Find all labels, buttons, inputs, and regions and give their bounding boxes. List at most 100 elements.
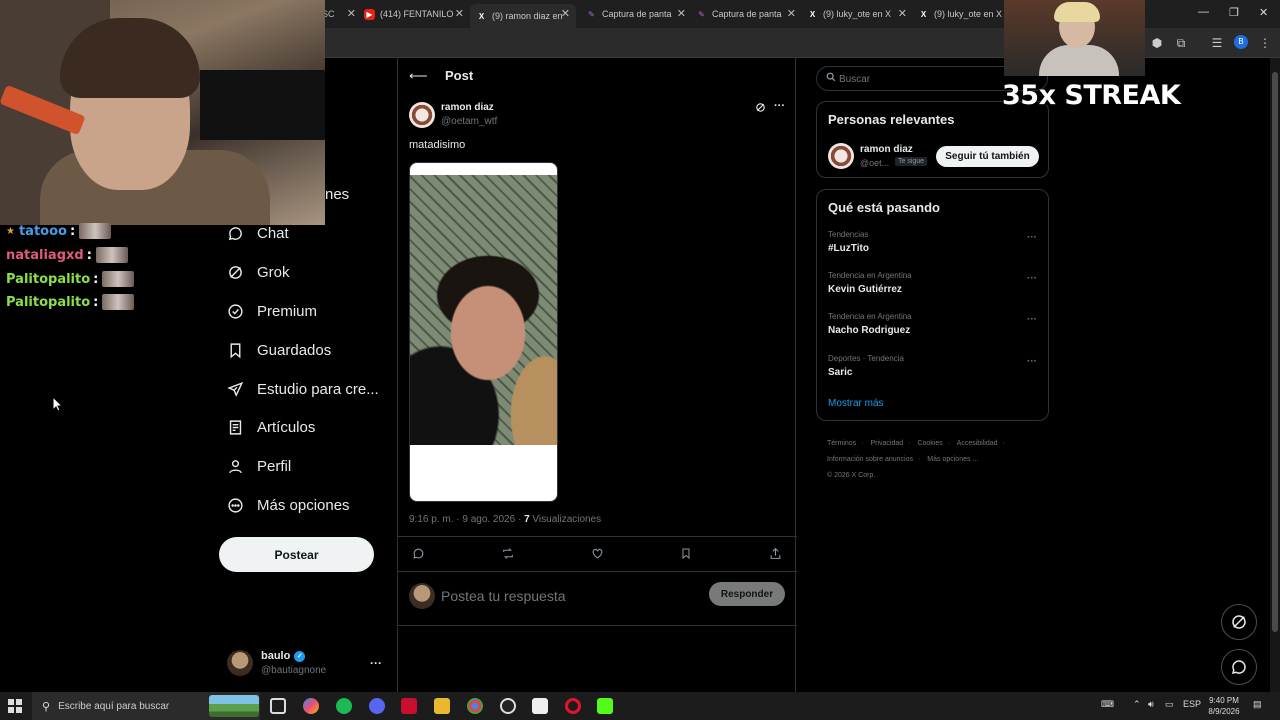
scrollbar-thumb[interactable]	[1272, 72, 1278, 632]
post-media-image[interactable]	[409, 162, 558, 502]
chevron-up-icon[interactable]: ⌃	[1133, 699, 1141, 710]
windows-start-icon[interactable]	[8, 699, 22, 713]
extension-icon[interactable]: ⬢	[1150, 36, 1164, 50]
voice-app-icon[interactable]	[401, 698, 417, 714]
maximize-icon[interactable]: ❐	[1229, 6, 1239, 19]
more-dots-icon[interactable]: ···	[370, 656, 382, 670]
system-clock[interactable]: 9:40 PM 8/9/2026	[1200, 695, 1248, 717]
like-heart-icon[interactable]	[591, 547, 604, 563]
nav-item-partial-label[interactable]: nes	[325, 186, 349, 203]
more-dots-icon[interactable]: ···	[1027, 232, 1037, 243]
person-name[interactable]: ramon diaz	[860, 144, 913, 155]
profile-avatar[interactable]: B	[1234, 35, 1248, 49]
author-handle[interactable]: @oetam_wtf	[441, 116, 497, 127]
trend-item[interactable]: Tendencia en Argentina Nacho Rodriguez ·…	[828, 312, 1038, 346]
nav-item-grok[interactable]: Grok	[226, 258, 290, 286]
browser-tab[interactable]: ✎ Captura de panta ✕	[586, 4, 686, 24]
footer-separator: ·	[1002, 440, 1005, 447]
footer-link[interactable]: Privacidad	[870, 440, 903, 447]
avatar[interactable]	[828, 143, 854, 169]
grok-icon[interactable]	[755, 102, 766, 116]
chrome-icon[interactable]	[467, 698, 483, 714]
browser-tab[interactable]: ▶ (414) FENTANILO ✕	[364, 4, 464, 24]
share-icon[interactable]	[769, 547, 782, 563]
chat-message: nataliagxd :	[6, 246, 128, 264]
language-indicator[interactable]: ESP	[1183, 699, 1201, 709]
close-icon[interactable]: ✕	[898, 7, 907, 20]
footer-link[interactable]: Más opciones ...	[927, 456, 978, 463]
pen-icon: ✎	[588, 9, 595, 19]
opera-icon[interactable]	[565, 698, 581, 714]
trend-item[interactable]: Tendencias #LuzTito ···	[828, 230, 1038, 264]
messages-fab-button[interactable]	[1221, 649, 1257, 685]
file-explorer-icon[interactable]	[434, 698, 450, 714]
repost-icon[interactable]	[501, 547, 515, 563]
puzzle-icon[interactable]: ⧉	[1174, 36, 1188, 50]
show-more-link[interactable]: Mostrar más	[828, 398, 884, 409]
spotify-icon[interactable]	[336, 698, 352, 714]
post-timestamp[interactable]: 9:16 p. m. · 9 ago. 2026 ·	[409, 514, 524, 525]
account-switcher[interactable]: baulo ✓ @bautiagnone ···	[227, 648, 387, 680]
footer-link[interactable]: Cookies	[917, 440, 942, 447]
browser-tab[interactable]: X (9) luky_ote en X ✕	[807, 4, 907, 24]
browser-tab-active[interactable]: X (9) ramon diaz en ✕	[470, 4, 576, 28]
back-arrow-icon[interactable]: ⟵	[409, 68, 428, 84]
nav-item-articles[interactable]: Artículos	[226, 413, 315, 441]
grok-fab-button[interactable]	[1221, 604, 1257, 640]
more-dots-icon[interactable]: ···	[1027, 314, 1037, 325]
author-avatar[interactable]	[409, 102, 435, 128]
search-highlight-image[interactable]	[209, 695, 259, 717]
nav-item-more[interactable]: Más opciones	[226, 491, 350, 519]
x-logo-icon: X	[478, 11, 485, 21]
person-handle[interactable]: @oet...	[860, 158, 889, 168]
reply-icon[interactable]	[412, 547, 425, 563]
notification-icon[interactable]: ▤	[1253, 699, 1262, 710]
taskbar-search-input[interactable]	[58, 700, 209, 712]
app-icon[interactable]	[532, 698, 548, 714]
trend-item[interactable]: Deportes · Tendencia Saric ···	[828, 354, 1038, 388]
volume-icon[interactable]: 🔊︎	[1148, 699, 1154, 710]
author-name[interactable]: ramon diaz	[441, 102, 494, 113]
nav-item-premium[interactable]: Premium	[226, 297, 317, 325]
minimize-icon[interactable]: —	[1198, 6, 1209, 18]
footer-link[interactable]: Términos	[827, 440, 856, 447]
trend-item[interactable]: Tendencia en Argentina Kevin Gutiérrez ·…	[828, 271, 1038, 305]
nav-item-profile[interactable]: Perfil	[226, 452, 291, 480]
photo	[410, 175, 557, 445]
browser-tab-partial[interactable]: SC ✕	[322, 4, 356, 24]
keyboard-icon[interactable]: ⌨	[1101, 699, 1114, 710]
follow-back-button[interactable]: Seguir tú también	[936, 146, 1039, 167]
task-view-icon[interactable]	[270, 698, 286, 714]
close-icon[interactable]: ✕	[677, 7, 686, 20]
footer-link[interactable]: Accesibilidad	[957, 440, 998, 447]
close-icon[interactable]: ✕	[787, 7, 796, 20]
account-name-row: baulo ✓	[261, 650, 306, 662]
kick-icon[interactable]	[597, 698, 613, 714]
reply-input[interactable]	[441, 586, 701, 606]
close-icon[interactable]: ✕	[561, 7, 570, 20]
close-icon[interactable]: ✕	[347, 7, 356, 20]
footer-link[interactable]: Información sobre anuncios	[827, 456, 913, 463]
network-icon[interactable]: ▭	[1165, 699, 1174, 710]
copilot-icon[interactable]	[303, 698, 319, 714]
close-icon[interactable]: ✕	[455, 7, 464, 20]
more-dots-icon[interactable]: ···	[774, 100, 785, 112]
browser-tab[interactable]: ✎ Captura de panta ✕	[696, 4, 796, 24]
bookmark-icon[interactable]	[680, 547, 692, 563]
chat-username: nataliagxd	[6, 247, 84, 263]
discord-icon[interactable]	[369, 698, 385, 714]
reply-button[interactable]: Responder	[709, 582, 785, 606]
article-icon	[226, 418, 244, 436]
more-dots-icon[interactable]: ···	[1027, 356, 1037, 367]
media-control-icon[interactable]: ☰	[1210, 36, 1224, 50]
obs-icon[interactable]	[500, 698, 516, 714]
nav-item-bookmarks[interactable]: Guardados	[226, 336, 331, 364]
scrollbar[interactable]	[1270, 58, 1280, 692]
nav-item-creator-studio[interactable]: Estudio para cre...	[226, 375, 379, 403]
browser-menu-icon[interactable]: ⋮	[1258, 36, 1272, 50]
close-window-icon[interactable]: ✕	[1259, 6, 1268, 19]
post-button[interactable]: Postear	[219, 537, 374, 572]
browser-tab[interactable]: X (9) luky_ote en X	[918, 4, 1002, 24]
chat-bubble-icon	[226, 224, 244, 242]
more-dots-icon[interactable]: ···	[1027, 273, 1037, 284]
